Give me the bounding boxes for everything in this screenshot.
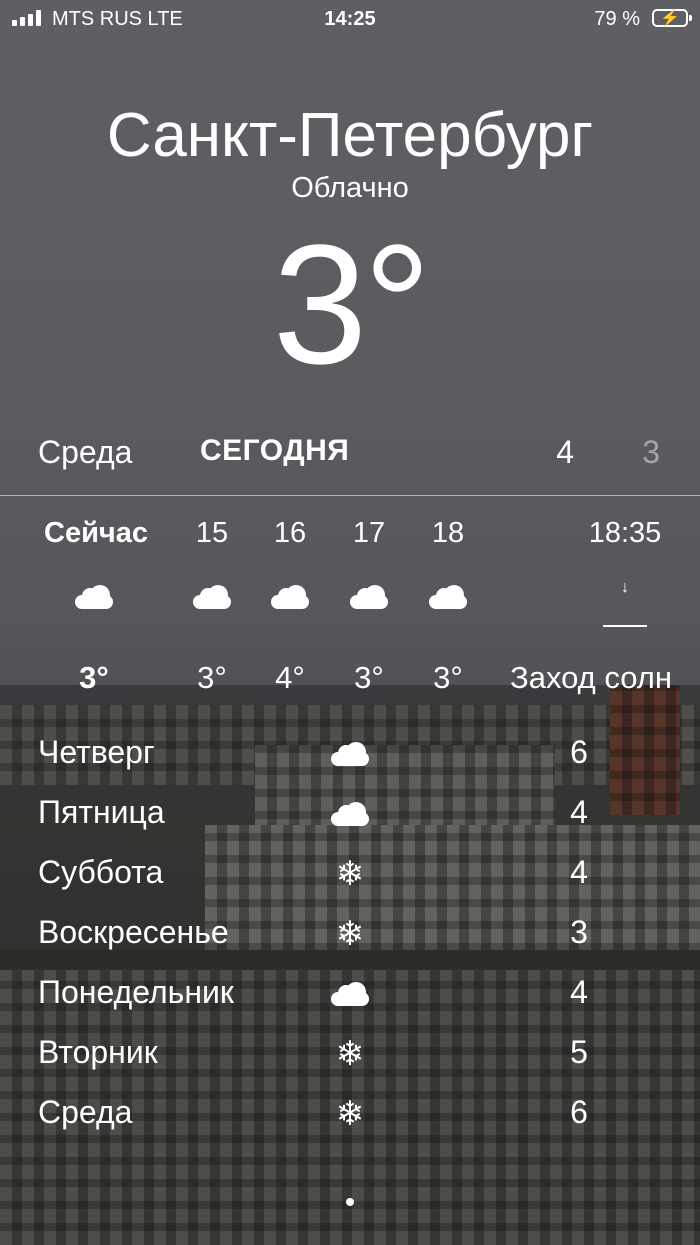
daily-day: Пятница [38, 794, 165, 830]
daily-row: Понедельник 4 [38, 968, 700, 1028]
sunset-icon: ↓ [603, 579, 647, 627]
hourly-time: 18 [431, 517, 465, 549]
daily-temp: 6 [570, 734, 588, 770]
daily-row: Среда ❄ 6 [38, 1088, 700, 1148]
daily-row: Суббота ❄ 4 [38, 848, 700, 908]
snowflake-icon: ❄ [335, 915, 365, 953]
daily-day: Воскресенье [38, 914, 229, 950]
snowflake-icon: ❄ [335, 1035, 365, 1073]
daily-temp: 3 [570, 914, 588, 950]
cloud-icon [271, 585, 309, 609]
daily-forecast[interactable]: Четверг 6 Пятница 4 Суббота ❄ 4 Воскресенье ❄ 3 По… [38, 728, 700, 1148]
hourly-forecast[interactable]: Сейчас 3° 15 3° 16 4° 17 3° 18 3° Заход солн 18:35 ↓ [0, 505, 700, 695]
battery-percent: 79 % [594, 8, 640, 30]
cloud-icon [429, 585, 467, 609]
city-name: Санкт-Петербург [106, 101, 594, 170]
daily-day: Среда [38, 1094, 133, 1130]
today-label: СЕГОДНЯ [200, 434, 350, 467]
hourly-time: 18:35 [588, 517, 662, 549]
today-high: 4 [556, 434, 574, 470]
snowflake-icon: ❄ [335, 855, 365, 893]
daily-temp: 4 [570, 854, 588, 890]
cloud-icon [75, 585, 113, 609]
cloud-icon [350, 585, 388, 609]
daily-temp: 4 [570, 974, 588, 1010]
daily-temp: 6 [570, 1094, 588, 1130]
daily-day: Четверг [38, 734, 155, 770]
snowflake-icon: ❄ [335, 1095, 365, 1133]
today-low: 3 [642, 434, 660, 470]
today-row: Среда СЕГОДНЯ 4 3 [38, 434, 660, 474]
divider [0, 495, 700, 496]
battery-charging-icon: ⚡ [652, 9, 692, 27]
daily-day: Суббота [38, 854, 164, 890]
hourly-temp: 3° [79, 660, 109, 695]
cloud-icon [331, 982, 369, 1006]
hourly-time: Сейчас [44, 517, 148, 549]
daily-row: Пятница 4 [38, 788, 700, 848]
page-indicator-dot[interactable] [346, 1198, 354, 1206]
daily-temp: 4 [570, 794, 588, 830]
cloud-icon [193, 585, 231, 609]
weather-condition: Облачно [291, 172, 409, 204]
daily-row: Воскресенье ❄ 3 [38, 908, 700, 968]
daily-row: Вторник ❄ 5 [38, 1028, 700, 1088]
daily-temp: 5 [570, 1034, 588, 1070]
cloud-icon [331, 742, 369, 766]
status-bar: MTS RUS LTE 14:25 79 % ⚡ [0, 0, 700, 40]
today-day: Среда [38, 434, 133, 470]
daily-row: Четверг 6 [38, 728, 700, 788]
hourly-temp: 3° [433, 660, 463, 695]
sunset-label: Заход солн [510, 660, 672, 695]
daily-day: Понедельник [38, 974, 234, 1010]
cloud-icon [331, 802, 369, 826]
daily-day: Вторник [38, 1034, 158, 1070]
current-temperature: 3° [272, 210, 432, 400]
